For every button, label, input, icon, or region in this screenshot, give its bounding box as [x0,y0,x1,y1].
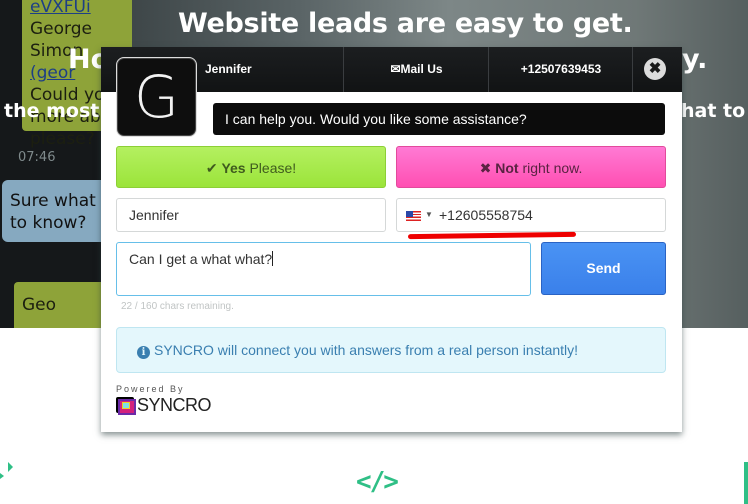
text-cursor [272,251,274,266]
x-icon: ✖ [479,160,492,176]
info-alert: i SYNCRO will connect you with answers fr… [116,327,666,373]
message-textarea[interactable]: Can I get a what what? [116,242,531,296]
phone-field[interactable]: ▼ +12605558754 [396,198,666,232]
info-icon: i [137,346,150,359]
call-phone-link[interactable]: +12507639453 [489,47,633,92]
no-label-rest: right now. [518,160,583,176]
chars-remaining: 22 / 160 chars remaining. [121,301,234,312]
greeting-message: I can help you. Would you like some assi… [213,103,665,135]
brand-name: SYNCRO [137,394,212,415]
hero-subheadline-end: y. [682,44,708,75]
hero-headline: Website leads are easy to get. [178,8,633,39]
yes-please-button[interactable]: ✔ Yes Please! [116,146,386,188]
header-divider [632,47,633,92]
no-label-bold: Not [495,160,519,176]
close-button[interactable]: ✖ [644,58,666,80]
chat-link: eVXFUi [30,0,91,17]
code-icon: </> [356,467,399,497]
chat-timestamp: 07:46 [18,150,56,165]
avatar-letter: G [134,63,179,131]
red-underline-annotation [407,231,577,240]
hero-tagline: the most r [4,100,116,122]
name-field[interactable]: Jennifer [116,198,386,232]
envelope-icon: ✉ [390,62,401,76]
checkmark-icon: ✔ [205,160,218,176]
country-dropdown-caret-icon[interactable]: ▼ [425,199,433,231]
message-value: Can I get a what what? [129,251,273,267]
feature-icon-edge [744,462,748,504]
yes-label-bold: Yes [221,160,246,176]
mail-us-label: Mail Us [400,62,443,76]
hero-tagline-end: hat to t [681,100,748,122]
yes-label-rest: Please! [245,160,297,176]
syncro-brand-link[interactable]: SYNCRO [116,393,212,417]
chat-widget: Jennifer ✉Mail Us +12507639453 ✖ G I can… [101,47,682,432]
mail-us-button[interactable]: ✉Mail Us [344,47,489,92]
us-flag-icon[interactable] [406,211,421,221]
phone-value: +12605558754 [439,207,533,223]
not-now-button[interactable]: ✖ Not right now. [396,146,666,188]
info-text: SYNCRO will connect you with answers fro… [154,342,579,358]
feature-icon-partial [0,462,13,479]
syncro-logo-icon [116,397,136,415]
agent-name: Jennifer [205,62,252,76]
send-button[interactable]: Send [541,242,666,295]
agent-avatar: G [117,58,196,136]
close-icon: ✖ [648,60,662,77]
